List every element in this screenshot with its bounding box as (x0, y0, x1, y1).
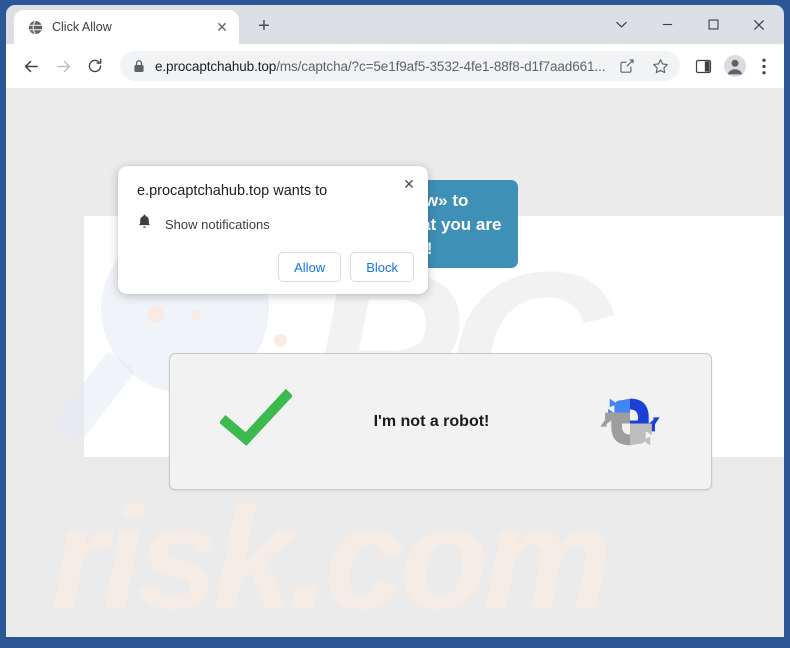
browser-toolbar: e.procaptchahub.top/ms/captcha/?c=5e1f9a… (6, 44, 784, 88)
recaptcha-logo-icon (591, 383, 669, 461)
forward-arrow-icon (48, 51, 78, 81)
permission-request-label: Show notifications (165, 216, 270, 232)
window-controls (598, 5, 784, 44)
close-icon[interactable]: ✕ (398, 173, 420, 195)
minimize-button[interactable] (644, 7, 690, 43)
permission-dialog-title: e.procaptchahub.top wants to (137, 183, 328, 199)
new-tab-button[interactable]: + (249, 11, 279, 41)
star-icon[interactable] (648, 54, 672, 78)
browser-window: Click Allow ✕ + e.procaptchahub.top/ms/c… (0, 0, 790, 648)
captcha-widget[interactable]: I'm not a robot! (169, 353, 712, 490)
captcha-label: I'm not a robot! (373, 412, 490, 430)
block-button[interactable]: Block (350, 252, 414, 282)
watermark-risk-text: risk.com (51, 477, 612, 637)
bell-icon (137, 213, 152, 235)
watermark-dot (274, 334, 287, 347)
maximize-button[interactable] (690, 7, 736, 43)
tab-search-button[interactable] (598, 7, 644, 43)
url-host: e.procaptchahub.top (155, 58, 277, 74)
permission-request-row: Show notifications (134, 213, 412, 235)
page-viewport: PC risk.com Click «Allow» to confirm tha… (6, 88, 784, 637)
watermark-dot (148, 306, 165, 323)
side-panel-icon[interactable] (688, 51, 718, 81)
tab-close-button[interactable]: ✕ (213, 18, 231, 36)
share-icon[interactable] (615, 54, 639, 78)
allow-button[interactable]: Allow (278, 252, 342, 282)
url-text: e.procaptchahub.top/ms/captcha/?c=5e1f9a… (155, 59, 606, 74)
browser-tab[interactable]: Click Allow ✕ (14, 10, 239, 44)
lock-icon[interactable] (133, 59, 146, 73)
watermark-dot (191, 310, 201, 320)
reload-icon[interactable] (80, 51, 110, 81)
permission-dialog-actions: Allow Block (278, 252, 414, 282)
back-arrow-icon[interactable] (16, 51, 46, 81)
tab-strip: Click Allow ✕ + (6, 5, 784, 44)
three-dot-menu-icon[interactable] (752, 51, 776, 81)
omnibox[interactable]: e.procaptchahub.top/ms/captcha/?c=5e1f9a… (120, 51, 680, 81)
globe-icon (27, 19, 43, 35)
notification-permission-dialog: ✕ e.procaptchahub.top wants to Show noti… (118, 166, 428, 294)
profile-avatar-icon[interactable] (720, 51, 750, 81)
tab-title: Click Allow (52, 20, 112, 34)
close-button[interactable] (736, 7, 782, 43)
url-path: /ms/captcha/?c=5e1f9af5-3532-4fe1-88f8-d… (276, 58, 606, 74)
